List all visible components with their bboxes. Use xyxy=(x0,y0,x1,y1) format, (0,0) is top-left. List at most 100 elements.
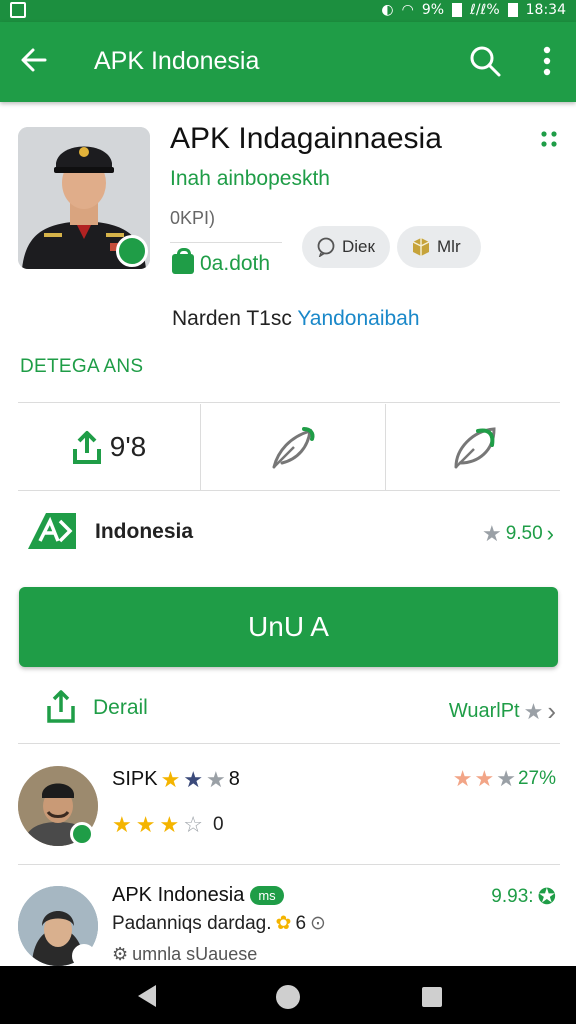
leaf-icon xyxy=(454,427,496,469)
star-icon: ★ xyxy=(112,812,132,837)
app-version: 0KPI) xyxy=(170,208,216,228)
wifi-icon: ◠ xyxy=(401,2,414,18)
app-icon-photo xyxy=(18,127,150,269)
share-upload-icon xyxy=(72,431,101,464)
chip-dieк[interactable]: Dieк xyxy=(302,226,390,268)
review-text-suffix: 6 xyxy=(295,912,307,934)
publisher-name: Indonesia xyxy=(95,520,194,543)
share-upload-icon xyxy=(47,690,75,723)
nav-home-icon[interactable] xyxy=(276,985,300,1009)
app-header: APK Indagainnaesia Inah ainbopeskth 0KPI… xyxy=(0,102,576,352)
review-count: 0 xyxy=(212,814,224,835)
developer-line: Narden T1sc Yandonaibah xyxy=(172,307,420,331)
info-icon: ⊙ xyxy=(310,913,326,934)
review-text: Padanniqs dardag. xyxy=(112,912,272,934)
stat-count: 9'8 xyxy=(109,431,147,462)
reviewer-name: APK Indonesia xyxy=(112,884,245,906)
star-icon: ★ xyxy=(452,766,473,791)
detail-row[interactable]: Derail WuarlPt ★ › xyxy=(18,680,560,742)
divider xyxy=(18,864,560,865)
lock-icon xyxy=(172,248,194,274)
detail-label: Derail xyxy=(93,696,148,719)
signal-icon xyxy=(507,3,518,17)
stat-leaf[interactable] xyxy=(386,404,560,490)
nav-recents-icon[interactable] xyxy=(422,987,442,1007)
chevron-right-icon: › xyxy=(547,696,556,726)
app-subtitle[interactable]: Inah ainbopeskth xyxy=(170,167,330,191)
stat-feather[interactable] xyxy=(200,404,386,490)
feather-icon xyxy=(272,427,315,469)
divider xyxy=(18,402,560,403)
status-icons: ◐ ◠ 9% ℓ/ℓ% 18:34 xyxy=(381,2,566,18)
search-icon[interactable] xyxy=(468,44,502,78)
alarm-icon: ◐ xyxy=(381,2,394,18)
detail-right: WuarlPt ★ › xyxy=(449,696,556,727)
navigation-bar xyxy=(0,966,576,1024)
verified-badge-icon xyxy=(70,822,94,846)
developer-prefix: Narden T1sc xyxy=(172,307,292,330)
nav-back-icon[interactable] xyxy=(138,985,156,1007)
more-vert-icon[interactable] xyxy=(532,44,562,78)
status-bar: ◐ ◠ 9% ℓ/ℓ% 18:34 xyxy=(0,0,576,22)
detail-right-text: WuarlPt xyxy=(448,700,520,722)
publisher-row[interactable]: Indonesia ★ 9.50 › xyxy=(18,491,560,571)
review-footer: umnla sUauese xyxy=(132,944,258,964)
app-size-text: 0a.doth xyxy=(200,252,271,275)
star-icon: ★ xyxy=(523,698,544,724)
review-right-rating: 9.93: ✪ xyxy=(491,884,556,910)
chip-label: Mlr xyxy=(437,237,461,256)
arrow-left-icon[interactable] xyxy=(18,44,50,76)
star-icon: ★ xyxy=(183,766,204,792)
reviewer-name-suffix: 8 xyxy=(228,768,240,790)
star-icon: ★ xyxy=(160,766,181,792)
divider xyxy=(170,242,282,243)
grid-dots-icon[interactable] xyxy=(540,130,558,148)
gear-icon: ✿ xyxy=(275,913,292,934)
chat-bubble-icon xyxy=(317,237,335,257)
publisher-rating-value: 9.50 xyxy=(505,523,543,544)
review-name-line: SIPK ★ ★ ★ 8 xyxy=(112,768,240,791)
publisher-rating: ★ 9.50 › xyxy=(482,521,554,547)
app-title: APK Indagainnaesia xyxy=(170,122,442,155)
clock: 18:34 xyxy=(525,2,566,18)
reviewer-pill: ms xyxy=(250,886,284,905)
image-notification-icon xyxy=(10,2,26,18)
review-item[interactable]: SIPK ★ ★ ★ 8 ★ ★ ★ ☆ 0 ★ ★ ★ 27% xyxy=(18,760,560,860)
star-icon: ☆ xyxy=(183,812,203,837)
chevron-right-icon: › xyxy=(546,521,554,546)
divider xyxy=(18,743,560,744)
section-label: DETEGA ANS xyxy=(20,356,144,377)
star-icon: ★ xyxy=(481,521,502,546)
star-outline-icon: ✪ xyxy=(537,884,556,909)
star-icon: ★ xyxy=(474,766,495,791)
battery-percent: 9% xyxy=(421,2,445,18)
stat-shares[interactable]: 9'8 xyxy=(18,404,200,490)
stats-row: 9'8 xyxy=(18,404,560,490)
review-footer-line: ⚙ umnla sUauese xyxy=(112,944,257,965)
star-icon: ★ xyxy=(206,766,226,792)
app-bar-title: APK Indonesia xyxy=(94,47,260,75)
review-name-line: APK Indonesia ms xyxy=(112,884,284,907)
star-icon: ★ xyxy=(159,812,180,837)
install-button[interactable]: UnU A xyxy=(19,587,558,667)
chip-label: Dieк xyxy=(342,237,375,256)
settings-icon: ⚙ xyxy=(112,944,129,964)
app-bar: APK Indonesia xyxy=(0,22,576,102)
cube-icon xyxy=(412,238,430,256)
badge-icon xyxy=(72,944,96,968)
publisher-logo-icon xyxy=(28,513,76,549)
review-right-value: 27% xyxy=(517,768,556,789)
review-item[interactable]: APK Indonesia ms Padanniqs dardag. ✿ 6 ⊙… xyxy=(18,876,560,968)
review-text-line: Padanniqs dardag. ✿ 6 ⊙ xyxy=(112,912,326,935)
verified-badge-icon xyxy=(116,235,148,267)
battery-icon xyxy=(452,3,463,17)
developer-link[interactable]: Yandonaibah xyxy=(297,307,419,330)
review-rating-line: ★ ★ ★ ☆ 0 xyxy=(112,814,224,836)
app-size: 0a.doth xyxy=(172,248,271,276)
signal-percent: ℓ/ℓ% xyxy=(470,2,500,18)
reviewer-name: SIPK xyxy=(112,768,158,790)
review-right-value: 9.93: xyxy=(491,886,534,907)
star-icon: ★ xyxy=(135,812,156,837)
chip-mlr[interactable]: Mlr xyxy=(397,226,481,268)
star-icon: ★ xyxy=(496,766,516,791)
